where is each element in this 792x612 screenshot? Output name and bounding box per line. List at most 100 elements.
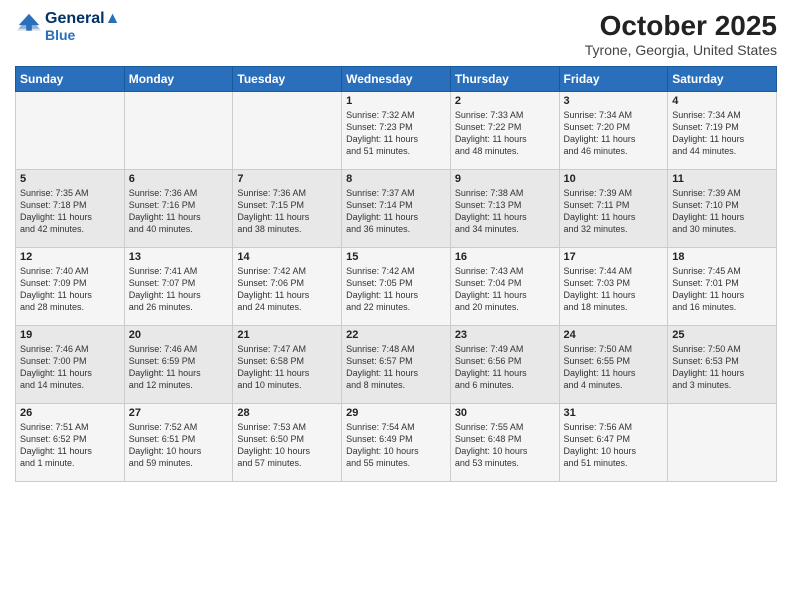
day-number: 2	[455, 95, 555, 107]
day-info: Sunrise: 7:41 AM Sunset: 7:07 PM Dayligh…	[129, 265, 229, 314]
day-number: 13	[129, 251, 229, 263]
day-number: 25	[672, 329, 772, 341]
logo-text: General▲ Blue	[45, 10, 120, 43]
weekday-header-tuesday: Tuesday	[233, 67, 342, 92]
day-info: Sunrise: 7:48 AM Sunset: 6:57 PM Dayligh…	[346, 343, 446, 392]
day-number: 16	[455, 251, 555, 263]
day-info: Sunrise: 7:52 AM Sunset: 6:51 PM Dayligh…	[129, 421, 229, 470]
calendar-cell: 24Sunrise: 7:50 AM Sunset: 6:55 PM Dayli…	[559, 326, 668, 404]
day-info: Sunrise: 7:39 AM Sunset: 7:11 PM Dayligh…	[564, 187, 664, 236]
day-number: 7	[237, 173, 337, 185]
week-row-5: 26 Sunrise: 7:51 AM Sunset: 6:52 PM Dayli…	[16, 404, 777, 482]
day-number: 1	[346, 95, 446, 107]
day-info: Sunrise: 7:33 AM Sunset: 7:22 PM Dayligh…	[455, 109, 555, 158]
day-number: 15	[346, 251, 446, 263]
week-row-3: 12 Sunrise: 7:40 AM Sunset: 7:09 PM Dayli…	[16, 248, 777, 326]
calendar-cell: 28Sunrise: 7:53 AM Sunset: 6:50 PM Dayli…	[233, 404, 342, 482]
day-number: 9	[455, 173, 555, 185]
day-number: 26	[20, 407, 120, 419]
weekday-header-row: SundayMondayTuesdayWednesdayThursdayFrid…	[16, 67, 777, 92]
calendar-cell	[668, 404, 777, 482]
calendar-cell	[233, 92, 342, 170]
day-number: 22	[346, 329, 446, 341]
week-row-2: 5 Sunrise: 7:35 AM Sunset: 7:18 PM Daylig…	[16, 170, 777, 248]
calendar-cell	[124, 92, 233, 170]
day-number: 23	[455, 329, 555, 341]
day-info: Sunrise: 7:35 AM Sunset: 7:18 PM Dayligh…	[20, 187, 120, 236]
weekday-header-thursday: Thursday	[450, 67, 559, 92]
day-info: Sunrise: 7:54 AM Sunset: 6:49 PM Dayligh…	[346, 421, 446, 470]
calendar-cell: 16 Sunrise: 7:43 AM Sunset: 7:04 PM Dayli…	[450, 248, 559, 326]
calendar-cell: 14 Sunrise: 7:42 AM Sunset: 7:06 PM Dayli…	[233, 248, 342, 326]
calendar-cell: 26 Sunrise: 7:51 AM Sunset: 6:52 PM Dayli…	[16, 404, 125, 482]
title-area: October 2025 Tyrone, Georgia, United Sta…	[585, 10, 777, 58]
day-number: 10	[564, 173, 664, 185]
day-info: Sunrise: 7:32 AM Sunset: 7:23 PM Dayligh…	[346, 109, 446, 158]
day-number: 20	[129, 329, 229, 341]
day-number: 14	[237, 251, 337, 263]
day-number: 31	[564, 407, 664, 419]
calendar-cell: 10 Sunrise: 7:39 AM Sunset: 7:11 PM Dayli…	[559, 170, 668, 248]
calendar-cell: 11Sunrise: 7:39 AM Sunset: 7:10 PM Dayli…	[668, 170, 777, 248]
calendar-cell: 17Sunrise: 7:44 AM Sunset: 7:03 PM Dayli…	[559, 248, 668, 326]
week-row-4: 19Sunrise: 7:46 AM Sunset: 7:00 PM Dayli…	[16, 326, 777, 404]
day-info: Sunrise: 7:38 AM Sunset: 7:13 PM Dayligh…	[455, 187, 555, 236]
day-info: Sunrise: 7:47 AM Sunset: 6:58 PM Dayligh…	[237, 343, 337, 392]
calendar-cell: 25 Sunrise: 7:50 AM Sunset: 6:53 PM Dayli…	[668, 326, 777, 404]
day-number: 12	[20, 251, 120, 263]
day-info: Sunrise: 7:39 AM Sunset: 7:10 PM Dayligh…	[672, 187, 772, 236]
day-info: Sunrise: 7:34 AM Sunset: 7:20 PM Dayligh…	[564, 109, 664, 158]
header: General▲ Blue October 2025 Tyrone, Georg…	[15, 10, 777, 58]
calendar-cell: 9 Sunrise: 7:38 AM Sunset: 7:13 PM Daylig…	[450, 170, 559, 248]
calendar-cell: 13 Sunrise: 7:41 AM Sunset: 7:07 PM Dayli…	[124, 248, 233, 326]
day-info: Sunrise: 7:53 AM Sunset: 6:50 PM Dayligh…	[237, 421, 337, 470]
day-number: 6	[129, 173, 229, 185]
day-info: Sunrise: 7:50 AM Sunset: 6:53 PM Dayligh…	[672, 343, 772, 392]
day-info: Sunrise: 7:37 AM Sunset: 7:14 PM Dayligh…	[346, 187, 446, 236]
day-number: 5	[20, 173, 120, 185]
calendar-table: SundayMondayTuesdayWednesdayThursdayFrid…	[15, 66, 777, 482]
day-info: Sunrise: 7:36 AM Sunset: 7:16 PM Dayligh…	[129, 187, 229, 236]
calendar-cell: 12 Sunrise: 7:40 AM Sunset: 7:09 PM Dayli…	[16, 248, 125, 326]
calendar-cell	[16, 92, 125, 170]
day-number: 18	[672, 251, 772, 263]
calendar-cell: 30 Sunrise: 7:55 AM Sunset: 6:48 PM Dayli…	[450, 404, 559, 482]
weekday-header-friday: Friday	[559, 67, 668, 92]
day-info: Sunrise: 7:43 AM Sunset: 7:04 PM Dayligh…	[455, 265, 555, 314]
day-number: 30	[455, 407, 555, 419]
month-title: October 2025	[585, 10, 777, 42]
day-info: Sunrise: 7:56 AM Sunset: 6:47 PM Dayligh…	[564, 421, 664, 470]
calendar-cell: 31 Sunrise: 7:56 AM Sunset: 6:47 PM Dayli…	[559, 404, 668, 482]
weekday-header-wednesday: Wednesday	[342, 67, 451, 92]
calendar-cell: 20Sunrise: 7:46 AM Sunset: 6:59 PM Dayli…	[124, 326, 233, 404]
page-container: General▲ Blue October 2025 Tyrone, Georg…	[0, 0, 792, 487]
weekday-header-saturday: Saturday	[668, 67, 777, 92]
day-info: Sunrise: 7:44 AM Sunset: 7:03 PM Dayligh…	[564, 265, 664, 314]
calendar-cell: 27Sunrise: 7:52 AM Sunset: 6:51 PM Dayli…	[124, 404, 233, 482]
logo-icon	[15, 12, 43, 40]
day-number: 29	[346, 407, 446, 419]
day-number: 24	[564, 329, 664, 341]
day-info: Sunrise: 7:40 AM Sunset: 7:09 PM Dayligh…	[20, 265, 120, 314]
calendar-cell: 4 Sunrise: 7:34 AM Sunset: 7:19 PM Daylig…	[668, 92, 777, 170]
week-row-1: 1 Sunrise: 7:32 AM Sunset: 7:23 PM Daylig…	[16, 92, 777, 170]
day-info: Sunrise: 7:55 AM Sunset: 6:48 PM Dayligh…	[455, 421, 555, 470]
calendar-cell: 23 Sunrise: 7:49 AM Sunset: 6:56 PM Dayli…	[450, 326, 559, 404]
day-info: Sunrise: 7:45 AM Sunset: 7:01 PM Dayligh…	[672, 265, 772, 314]
calendar-cell: 1 Sunrise: 7:32 AM Sunset: 7:23 PM Daylig…	[342, 92, 451, 170]
calendar-cell: 3Sunrise: 7:34 AM Sunset: 7:20 PM Daylig…	[559, 92, 668, 170]
calendar-cell: 19Sunrise: 7:46 AM Sunset: 7:00 PM Dayli…	[16, 326, 125, 404]
day-number: 21	[237, 329, 337, 341]
calendar-cell: 7 Sunrise: 7:36 AM Sunset: 7:15 PM Daylig…	[233, 170, 342, 248]
day-info: Sunrise: 7:46 AM Sunset: 7:00 PM Dayligh…	[20, 343, 120, 392]
day-number: 8	[346, 173, 446, 185]
day-info: Sunrise: 7:51 AM Sunset: 6:52 PM Dayligh…	[20, 421, 120, 470]
day-info: Sunrise: 7:49 AM Sunset: 6:56 PM Dayligh…	[455, 343, 555, 392]
calendar-cell: 8 Sunrise: 7:37 AM Sunset: 7:14 PM Daylig…	[342, 170, 451, 248]
day-info: Sunrise: 7:36 AM Sunset: 7:15 PM Dayligh…	[237, 187, 337, 236]
day-number: 4	[672, 95, 772, 107]
day-info: Sunrise: 7:34 AM Sunset: 7:19 PM Dayligh…	[672, 109, 772, 158]
calendar-cell: 18 Sunrise: 7:45 AM Sunset: 7:01 PM Dayli…	[668, 248, 777, 326]
calendar-cell: 2 Sunrise: 7:33 AM Sunset: 7:22 PM Daylig…	[450, 92, 559, 170]
day-info: Sunrise: 7:42 AM Sunset: 7:06 PM Dayligh…	[237, 265, 337, 314]
